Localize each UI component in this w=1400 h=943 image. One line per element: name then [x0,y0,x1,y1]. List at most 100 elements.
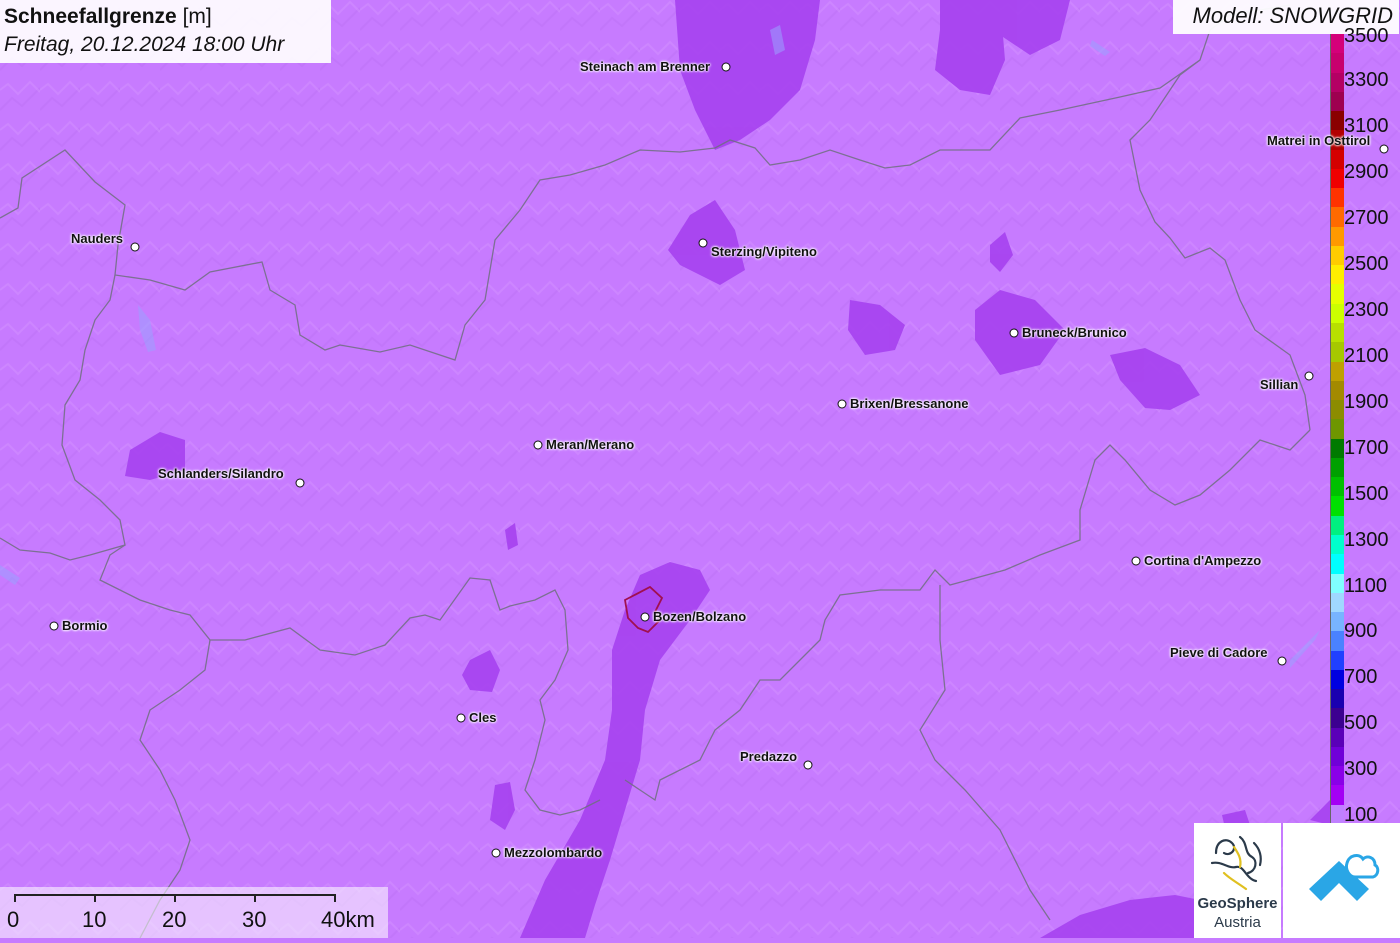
legend-label: 2300 [1344,299,1389,321]
city-label[interactable]: Sterzing/Vipiteno [711,244,817,259]
city-label[interactable]: Matrei in Osttirol [1267,133,1370,148]
legend-swatch [1331,515,1344,536]
scale-label: 20 [162,907,187,932]
city-marker-icon[interactable] [1304,371,1314,381]
scale-tick [94,894,96,902]
geosphere-name: GeoSphere [1197,895,1278,912]
city-label[interactable]: Predazzo [740,749,797,764]
scale-tick [14,894,16,902]
legend-swatch [1331,245,1344,266]
legend-swatch [1331,650,1344,671]
city-label[interactable]: Brixen/Bressanone [850,396,969,411]
parameter-unit: [m] [182,5,212,28]
legend-swatch [1331,496,1344,517]
city-marker-icon[interactable] [1009,328,1019,338]
city-label[interactable]: Bruneck/Brunico [1022,325,1127,340]
city-marker-icon[interactable] [640,612,650,622]
legend-swatch [1331,207,1344,228]
legend-label: 1700 [1344,437,1389,459]
legend-swatch [1331,457,1344,478]
city-marker-icon[interactable] [1131,556,1141,566]
city-marker-icon[interactable] [803,760,813,770]
city-label[interactable]: Nauders [71,231,123,246]
legend-swatch [1331,400,1344,420]
legend-label: 300 [1344,758,1378,780]
legend-swatch [1331,554,1344,574]
city-label[interactable]: Steinach am Brenner [580,59,710,74]
legend-swatch [1331,669,1344,690]
city-label[interactable]: Meran/Merano [546,437,634,452]
legend-swatch [1331,149,1344,170]
city-marker-icon[interactable] [130,242,140,252]
scale-tick [334,894,336,902]
legend-label: 700 [1344,666,1378,688]
geosphere-emblem-icon [1210,835,1262,891]
legend-swatch [1331,323,1344,343]
scale-label: 40km [321,907,375,932]
legend-swatch [1331,34,1344,54]
legend-swatch [1331,380,1344,401]
legend-swatch [1331,91,1344,112]
legend-label: 1500 [1344,483,1389,505]
geosphere-country: Austria [1214,914,1261,931]
legend-swatch [1331,746,1344,767]
city-marker-icon[interactable] [456,713,466,723]
map-title-box: Schneefallgrenze [m] Freitag, 20.12.2024… [0,0,331,63]
legend-label: 1900 [1344,391,1389,413]
legend-label: 2900 [1344,161,1389,183]
app-logo[interactable] [1283,823,1400,938]
legend-swatch [1331,612,1344,632]
forecast-datetime: Freitag, 20.12.2024 18:00 Uhr [4,33,285,56]
legend-swatch [1331,188,1344,208]
legend-swatch [1331,111,1344,131]
legend-color-bar [1330,34,1344,825]
legend-swatch [1331,477,1344,497]
scale-bar: 0 10 20 30 40km [0,887,388,938]
geosphere-logo[interactable]: GeoSphere Austria [1194,823,1281,938]
legend-label: 100 [1344,804,1378,826]
city-marker-icon[interactable] [721,62,731,72]
color-legend: 3500 3300 3100 2900 2700 2500 2300 2100 1900 1700… [1328,26,1400,826]
city-label[interactable]: Pieve di Cadore [1170,645,1268,660]
legend-swatch [1331,804,1344,825]
city-marker-icon[interactable] [1379,144,1389,154]
legend-swatch [1331,766,1344,786]
city-label[interactable]: Bozen/Bolzano [653,609,746,624]
parameter-name: Schneefallgrenze [4,5,177,28]
city-label[interactable]: Cortina d'Ampezzo [1144,553,1261,568]
city-marker-icon[interactable] [49,621,59,631]
legend-swatch [1331,226,1344,247]
city-marker-icon[interactable] [698,238,708,248]
scale-tick [254,894,256,902]
city-label[interactable]: Mezzolombardo [504,845,602,860]
scale-label: 10 [82,907,107,932]
city-label[interactable]: Sillian [1260,377,1298,392]
city-label[interactable]: Schlanders/Silandro [158,466,284,481]
legend-swatch [1331,689,1344,709]
legend-swatch [1331,168,1344,189]
scale-label: 30 [242,907,267,932]
legend-swatch [1331,592,1344,613]
legend-swatch [1331,303,1344,324]
legend-swatch [1331,361,1344,382]
legend-label: 1300 [1344,529,1389,551]
legend-swatch [1331,631,1344,652]
legend-label: 2700 [1344,207,1389,229]
city-label[interactable]: Cles [469,710,496,725]
city-marker-icon[interactable] [295,478,305,488]
city-marker-icon[interactable] [837,399,847,409]
legend-label: 2500 [1344,253,1389,275]
legend-label: 2100 [1344,345,1389,367]
city-marker-icon[interactable] [491,848,501,858]
scale-tick [174,894,176,902]
city-marker-icon[interactable] [533,440,543,450]
city-label[interactable]: Bormio [62,618,108,633]
legend-label: 3500 [1344,25,1389,47]
legend-label: 900 [1344,620,1378,642]
scale-label: 0 [7,907,20,932]
legend-swatch [1331,534,1344,555]
city-marker-icon[interactable] [1277,656,1287,666]
legend-swatch [1331,785,1344,806]
legend-swatch [1331,419,1344,440]
legend-swatch [1331,284,1344,305]
